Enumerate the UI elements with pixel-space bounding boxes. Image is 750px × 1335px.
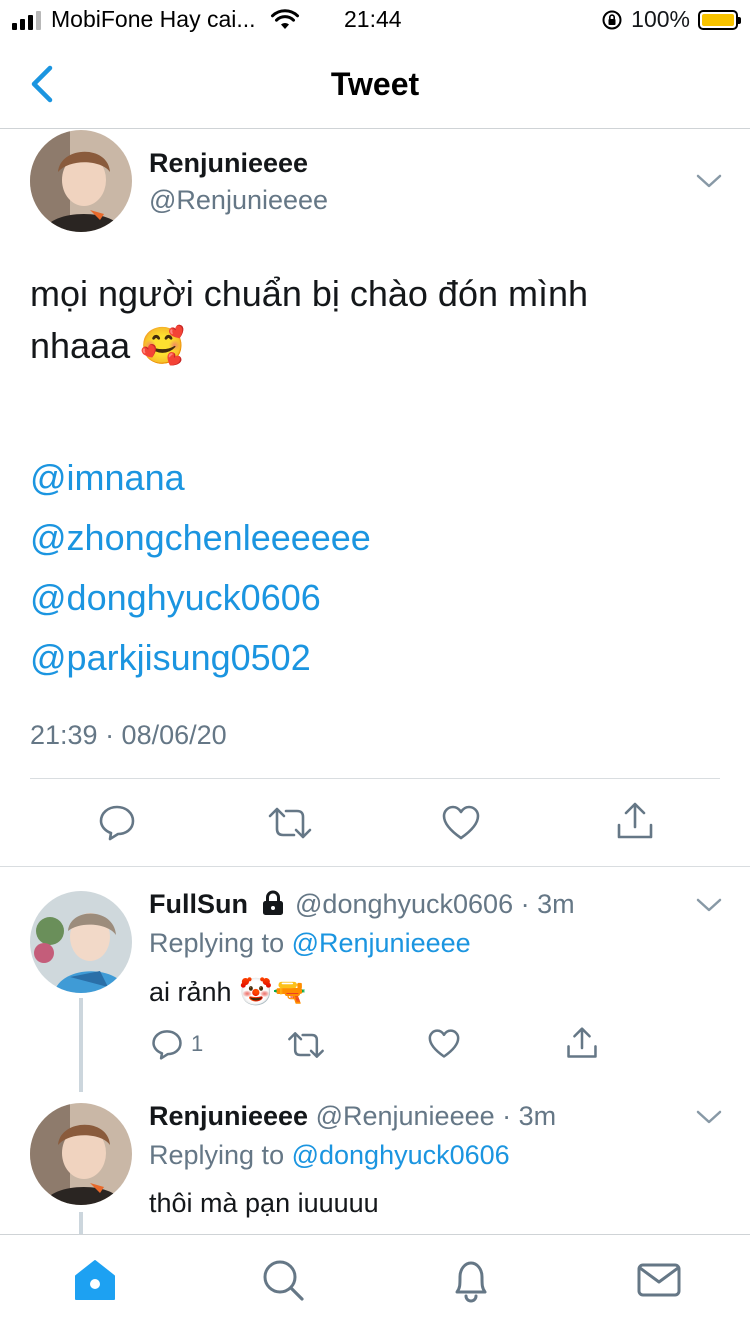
- replying-to: Replying to @Renjunieeee: [149, 928, 471, 959]
- clown-pistol-emoji: 🤡🔫: [239, 977, 307, 1007]
- mention-link[interactable]: @parkjisung0502: [30, 628, 371, 688]
- battery-icon: [698, 9, 741, 30]
- reply-author-name[interactable]: FullSun: [149, 889, 248, 919]
- reply-avatar[interactable]: [30, 891, 132, 993]
- dot-separator: ·: [513, 889, 538, 919]
- reply-handle[interactable]: @Renjunieeee: [316, 1101, 495, 1131]
- reply-header: Renjunieeee @Renjunieeee · 3m: [149, 1101, 556, 1132]
- nav-header: Tweet: [0, 40, 750, 129]
- battery-percent: 100%: [631, 6, 690, 32]
- orientation-lock-icon: [602, 10, 622, 29]
- like-icon[interactable]: [442, 805, 480, 841]
- reply-author-name[interactable]: Renjunieeee: [149, 1101, 308, 1131]
- chevron-down-icon[interactable]: [695, 1108, 723, 1126]
- reply-header: FullSun @donghyuck0606 · 3m: [149, 889, 575, 920]
- tab-bar: [0, 1234, 750, 1335]
- mention-link[interactable]: @zhongchenleeeeee: [30, 508, 371, 568]
- chevron-down-icon[interactable]: [695, 172, 723, 190]
- mention-link[interactable]: @donghyuck0606: [30, 568, 371, 628]
- notifications-icon[interactable]: [448, 1257, 494, 1303]
- thread-line: [79, 998, 83, 1092]
- dot-separator: ·: [494, 1101, 519, 1131]
- page-title: Tweet: [330, 66, 420, 102]
- status-bar: MobiFone Hay cai... 21:44 100%: [0, 0, 750, 40]
- author-avatar[interactable]: [30, 130, 132, 232]
- divider: [30, 778, 720, 779]
- reply-action[interactable]: 1: [151, 1028, 203, 1060]
- status-time: 21:44: [344, 6, 402, 32]
- reply-time: 3m: [518, 1101, 557, 1131]
- replying-to-prefix: Replying to: [149, 1140, 292, 1170]
- carrier-name: MobiFone Hay cai...: [51, 6, 256, 32]
- messages-icon[interactable]: [636, 1257, 682, 1303]
- tweet-text: mọi người chuẩn bị chào đón mình nhaaa 🥰: [30, 268, 720, 372]
- mention-link[interactable]: @imnana: [30, 448, 371, 508]
- retweet-icon[interactable]: [287, 1030, 325, 1060]
- divider: [0, 866, 750, 867]
- tweet-timestamp: 21:39 · 08/06/20: [30, 720, 227, 750]
- replying-to-prefix: Replying to: [149, 928, 292, 958]
- reply-icon[interactable]: [98, 803, 136, 841]
- like-icon[interactable]: [428, 1029, 460, 1059]
- replying-to: Replying to @donghyuck0606: [149, 1140, 510, 1171]
- reply-avatar[interactable]: [30, 1103, 132, 1205]
- lock-icon: [262, 890, 283, 915]
- smiling-hearts-emoji: 🥰: [140, 325, 185, 366]
- share-icon[interactable]: [566, 1026, 598, 1060]
- thread-line: [79, 1212, 83, 1234]
- home-icon[interactable]: [72, 1257, 118, 1303]
- author-handle[interactable]: @Renjunieeee: [149, 185, 328, 216]
- share-icon[interactable]: [616, 801, 654, 841]
- reply-handle[interactable]: @donghyuck0606: [295, 889, 513, 919]
- wifi-icon: [270, 8, 299, 29]
- reply-time: 3m: [537, 889, 575, 919]
- tweet-text-line-2: nhaaa 🥰: [30, 320, 720, 372]
- reply-text-words: ai rảnh: [149, 977, 232, 1007]
- mention-list: @imnana @zhongchenleeeeee @donghyuck0606…: [30, 448, 371, 688]
- replying-to-link[interactable]: @donghyuck0606: [292, 1140, 510, 1170]
- retweet-icon[interactable]: [268, 805, 312, 841]
- reply-text: ai rảnh 🤡🔫: [149, 976, 306, 1008]
- reply-icon: [152, 1030, 182, 1060]
- tweet-text-line-1: mọi người chuẩn bị chào đón mình: [30, 273, 589, 314]
- reply-count: 1: [191, 1031, 204, 1056]
- chevron-down-icon[interactable]: [695, 896, 723, 914]
- tweet-text-line-2-words: nhaaa: [30, 325, 131, 366]
- reply-text: thôi mà pạn iuuuuu: [149, 1188, 379, 1218]
- author-name[interactable]: Renjunieeee: [149, 148, 308, 179]
- replying-to-link[interactable]: @Renjunieeee: [292, 928, 471, 958]
- signal-icon: [12, 10, 41, 30]
- search-icon[interactable]: [260, 1257, 306, 1303]
